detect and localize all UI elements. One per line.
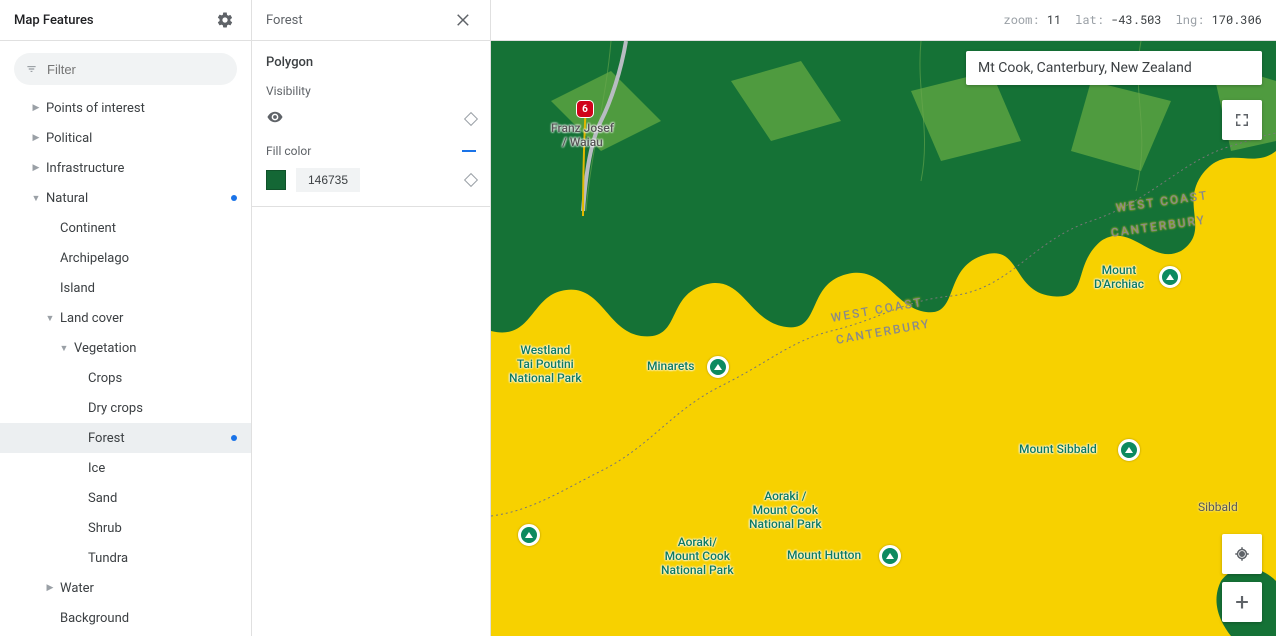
lng-value: 170.306 [1212,12,1262,28]
tree-item-continent[interactable]: Continent [0,213,251,243]
panel-title: Forest [266,13,452,28]
visibility-label: Visibility [266,84,476,98]
plus-icon: + [1235,588,1249,616]
panel-close-button[interactable] [452,8,476,32]
tree-item-label: Natural [46,191,227,206]
filter-icon [26,60,37,78]
polygon-section: Polygon Visibility Fill color [252,41,490,207]
visibility-toggle[interactable] [266,108,284,130]
chevron-down-icon: ▼ [58,342,70,354]
zoom-in-button[interactable]: + [1222,582,1262,622]
fill-row [266,168,476,192]
tree-item-label: Land cover [60,311,237,326]
zoom-value: 11 [1047,12,1061,28]
tree-item-island[interactable]: Island [0,273,251,303]
app-root: Map Features ▶ Points of interest ▶ Politic… [0,0,1276,636]
gear-icon [216,11,234,29]
detail-panel: Forest Polygon Visibility Fill color [252,0,491,636]
fill-label-text: Fill color [266,144,311,158]
coord-bar: zoom: 11 lat: -43.503 lng: 170.306 [491,0,1276,41]
map-area[interactable]: zoom: 11 lat: -43.503 lng: 170.306 [491,0,1276,636]
tree-item-label: Shrub [88,521,237,536]
tree-item-points-of-interest[interactable]: ▶ Points of interest [0,93,251,123]
modified-indicator [231,195,237,201]
tree-item-label: Island [60,281,237,296]
filter-wrap [0,41,251,93]
feature-tree: ▶ Points of interest ▶ Political ▶ Infrastruc… [0,93,251,636]
tree-item-label: Sand [88,491,237,506]
tree-item-natural[interactable]: ▼ Natural [0,183,251,213]
sidebar-header: Map Features [0,0,251,41]
chevron-right-icon: ▶ [30,132,42,144]
fill-active-underline [462,150,476,152]
locate-button[interactable] [1222,534,1262,574]
map-canvas[interactable]: 6 Franz Josef / Waiau WEST COAST CANTERB… [491,41,1276,636]
tree-item-sand[interactable]: Sand [0,483,251,513]
close-icon [455,11,473,29]
tree-item-vegetation[interactable]: ▼ Vegetation [0,333,251,363]
tree-item-label: Tundra [88,551,237,566]
tree-item-water[interactable]: ▶ Water [0,573,251,603]
map-search[interactable]: Mt Cook, Canterbury, New Zealand [966,51,1262,85]
styler-inherit-indicator-fill[interactable] [464,173,478,187]
panel-header: Forest [252,0,490,41]
lat-value: -43.503 [1111,12,1161,28]
tree-item-land-cover[interactable]: ▼ Land cover [0,303,251,333]
styler-inherit-indicator[interactable] [464,112,478,126]
zoom-label: zoom: [1004,12,1040,28]
chevron-right-icon: ▶ [30,102,42,114]
tree-item-label: Dry crops [88,401,237,416]
lng-label: lng: [1176,12,1205,28]
filter-area[interactable] [14,53,237,85]
fill-label: Fill color [266,144,476,158]
tree-item-infrastructure[interactable]: ▶ Infrastructure [0,153,251,183]
map-search-value: Mt Cook, Canterbury, New Zealand [978,60,1192,76]
tree-item-label: Continent [60,221,237,236]
chevron-right-icon: ▶ [30,162,42,174]
tree-item-label: Infrastructure [46,161,237,176]
tree-item-archipelago[interactable]: Archipelago [0,243,251,273]
chevron-down-icon: ▼ [30,192,42,204]
fullscreen-button[interactable] [1222,100,1262,140]
tree-item-label: Water [60,581,237,596]
tree-item-background[interactable]: Background [0,603,251,633]
tree-item-ice[interactable]: Ice [0,453,251,483]
modified-indicator [231,435,237,441]
map-svg [491,41,1276,636]
chevron-right-icon: ▶ [44,582,56,594]
tree-item-crops[interactable]: Crops [0,363,251,393]
tree-item-forest[interactable]: Forest [0,423,251,453]
tree-item-label: Crops [88,371,237,386]
features-sidebar: Map Features ▶ Points of interest ▶ Politic… [0,0,252,636]
crosshair-icon [1233,545,1251,563]
filter-input[interactable] [45,61,225,78]
tree-item-shrub[interactable]: Shrub [0,513,251,543]
tree-item-label: Archipelago [60,251,237,266]
fullscreen-icon [1233,111,1251,129]
tree-item-political[interactable]: ▶ Political [0,123,251,153]
fill-swatch[interactable] [266,170,286,190]
tree-item-label: Background [60,611,237,626]
tree-item-tundra[interactable]: Tundra [0,543,251,573]
eye-icon [266,108,284,126]
tree-item-dry-crops[interactable]: Dry crops [0,393,251,423]
tree-item-label: Points of interest [46,101,237,116]
settings-button[interactable] [213,8,237,32]
chevron-down-icon: ▼ [44,312,56,324]
tree-item-label: Forest [88,431,227,446]
fill-hex-input[interactable] [296,168,360,192]
tree-item-label: Ice [88,461,237,476]
visibility-row [266,108,476,130]
visibility-label-text: Visibility [266,84,311,98]
lat-label: lat: [1075,12,1104,28]
section-title-polygon: Polygon [266,55,476,70]
tree-item-label: Vegetation [74,341,237,356]
sidebar-title: Map Features [14,13,213,28]
tree-item-label: Political [46,131,237,146]
